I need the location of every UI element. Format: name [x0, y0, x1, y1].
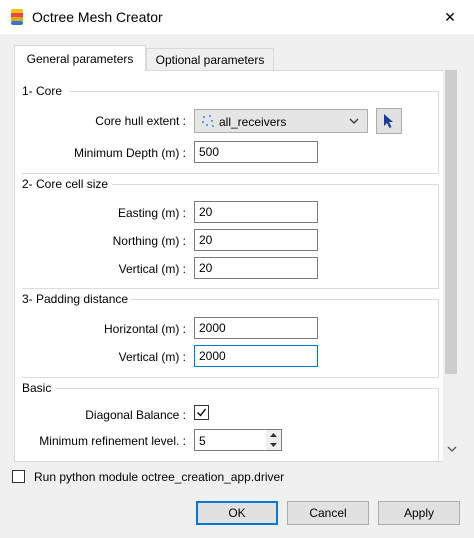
- run-module-label: Run python module octree_creation_app.dr…: [34, 470, 285, 484]
- cursor-icon: [384, 114, 393, 128]
- app-icon: [11, 9, 23, 25]
- vertical-cell-label: Vertical (m) :: [118, 262, 186, 276]
- run-module-checkbox[interactable]: [12, 470, 25, 483]
- stepper-up-button[interactable]: [266, 430, 281, 440]
- easting-label: Easting (m) :: [117, 206, 186, 220]
- hull-value: all_receivers: [219, 115, 287, 129]
- cancel-button[interactable]: Cancel: [287, 501, 369, 525]
- chevron-down-icon: [270, 443, 277, 447]
- scroll-down-arrow-icon[interactable]: [447, 446, 457, 452]
- tab-optional-parameters[interactable]: Optional parameters: [146, 48, 274, 70]
- points-icon: [202, 115, 214, 127]
- horizontal-label: Horizontal (m) :: [103, 322, 186, 336]
- diagonal-checkbox[interactable]: [194, 405, 209, 420]
- diagonal-label: Diagonal Balance :: [85, 408, 186, 422]
- hull-dropdown[interactable]: all_receivers: [194, 109, 368, 133]
- checkmark-icon: [197, 408, 207, 417]
- vertical-padding-input[interactable]: 2000: [194, 345, 318, 367]
- refinement-stepper[interactable]: 5: [194, 429, 282, 451]
- northing-label: Northing (m) :: [112, 234, 186, 248]
- depth-input[interactable]: 500: [194, 141, 318, 163]
- ok-button[interactable]: OK: [196, 501, 278, 525]
- horizontal-input[interactable]: 2000: [194, 317, 318, 339]
- chevron-up-icon: [270, 433, 277, 437]
- chevron-down-icon: [349, 118, 359, 124]
- depth-label: Minimum Depth (m) :: [73, 146, 186, 160]
- scrollbar-thumb[interactable]: [445, 70, 457, 374]
- northing-input[interactable]: 20: [194, 229, 318, 251]
- refinement-value: 5: [199, 434, 206, 448]
- vertical-cell-input[interactable]: 20: [194, 257, 318, 279]
- tab-label: General parameters: [26, 51, 134, 66]
- tab-label: Optional parameters: [155, 52, 265, 67]
- vertical-padding-label: Vertical (m) :: [118, 350, 186, 364]
- close-button[interactable]: ✕: [430, 2, 470, 32]
- refinement-label: Minimum refinement level. :: [39, 434, 186, 448]
- close-icon: ✕: [444, 8, 456, 25]
- apply-button[interactable]: Apply: [378, 501, 460, 525]
- easting-input[interactable]: 20: [194, 201, 318, 223]
- tab-general-parameters[interactable]: General parameters: [14, 45, 146, 71]
- window-title: Octree Mesh Creator: [32, 9, 163, 25]
- stepper-down-button[interactable]: [266, 440, 281, 450]
- select-button[interactable]: [376, 108, 402, 134]
- hull-label: Core hull extent :: [95, 114, 186, 128]
